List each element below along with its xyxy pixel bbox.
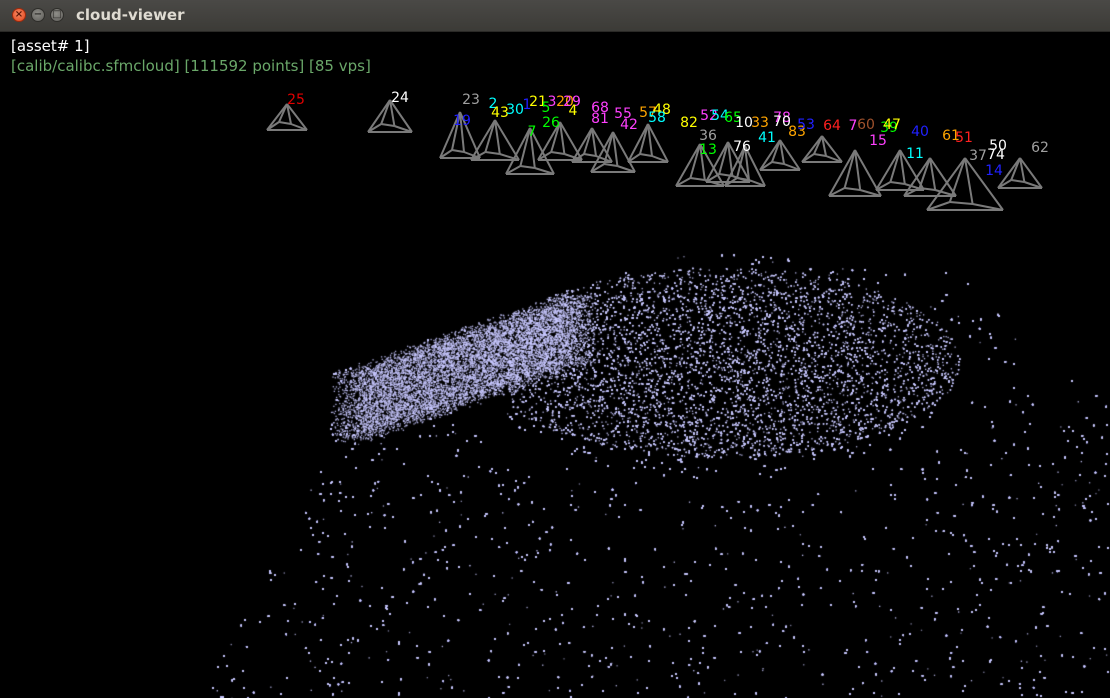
camera-frustum [828,149,882,197]
camera-label: 64 [823,118,841,134]
maximize-icon: □ [52,9,62,20]
camera-frustum [801,135,843,163]
camera-label: 42 [620,117,638,133]
maximize-button[interactable]: □ [50,8,64,22]
camera-label: 74 [987,147,1005,163]
camera-label: 37 [969,148,987,164]
minimize-icon: − [33,9,43,20]
close-button[interactable]: × [12,8,26,22]
camera-label: 51 [955,130,973,146]
camera-label: 33 [751,115,769,131]
asset-label: [asset# 1] [11,37,90,55]
cloud-info-label: [calib/calibc.sfmcloud] [111592 points] … [11,57,371,75]
camera-label: 14 [985,163,1003,179]
camera-label: 58 [648,110,666,126]
camera-label: 19 [453,113,471,129]
camera-label: 11 [906,146,924,162]
camera-label: 76 [733,139,751,155]
minimize-button[interactable]: − [31,8,45,22]
camera-label: 81 [591,111,609,127]
camera-label: 25 [287,92,305,108]
camera-label: 47 [883,117,901,133]
camera-label: 13 [699,142,717,158]
camera-label: 24 [391,90,409,106]
camera-label: 23 [462,92,480,108]
camera-label: 41 [758,130,776,146]
camera-label: 62 [1031,140,1049,156]
close-icon: × [14,9,24,20]
camera-label: 5 [542,100,551,116]
camera-label: 60 [857,117,875,133]
camera-label: 7 [528,124,537,140]
camera-overlay: 25 24 231924330121 3 20295 42676881 5542574858… [266,90,1049,211]
app-window: × − □ cloud-viewer 25 24 23 19 2 43 30 1 21 3 20 29… [0,0,1110,698]
camera-label: 40 [911,124,929,140]
camera-label: 30 [506,102,524,118]
camera-label: 26 [542,115,560,131]
3d-viewport[interactable]: 25 24 23 19 2 43 30 1 21 3 20 29 5 4 26 7 68 81 55 42 57 48 58… [0,32,1110,698]
camera-label: 82 [680,115,698,131]
title-bar[interactable]: × − □ cloud-viewer [0,0,1110,32]
window-title: cloud-viewer [76,6,185,24]
camera-label: 53 [797,117,815,133]
camera-label: 4 [569,103,578,119]
